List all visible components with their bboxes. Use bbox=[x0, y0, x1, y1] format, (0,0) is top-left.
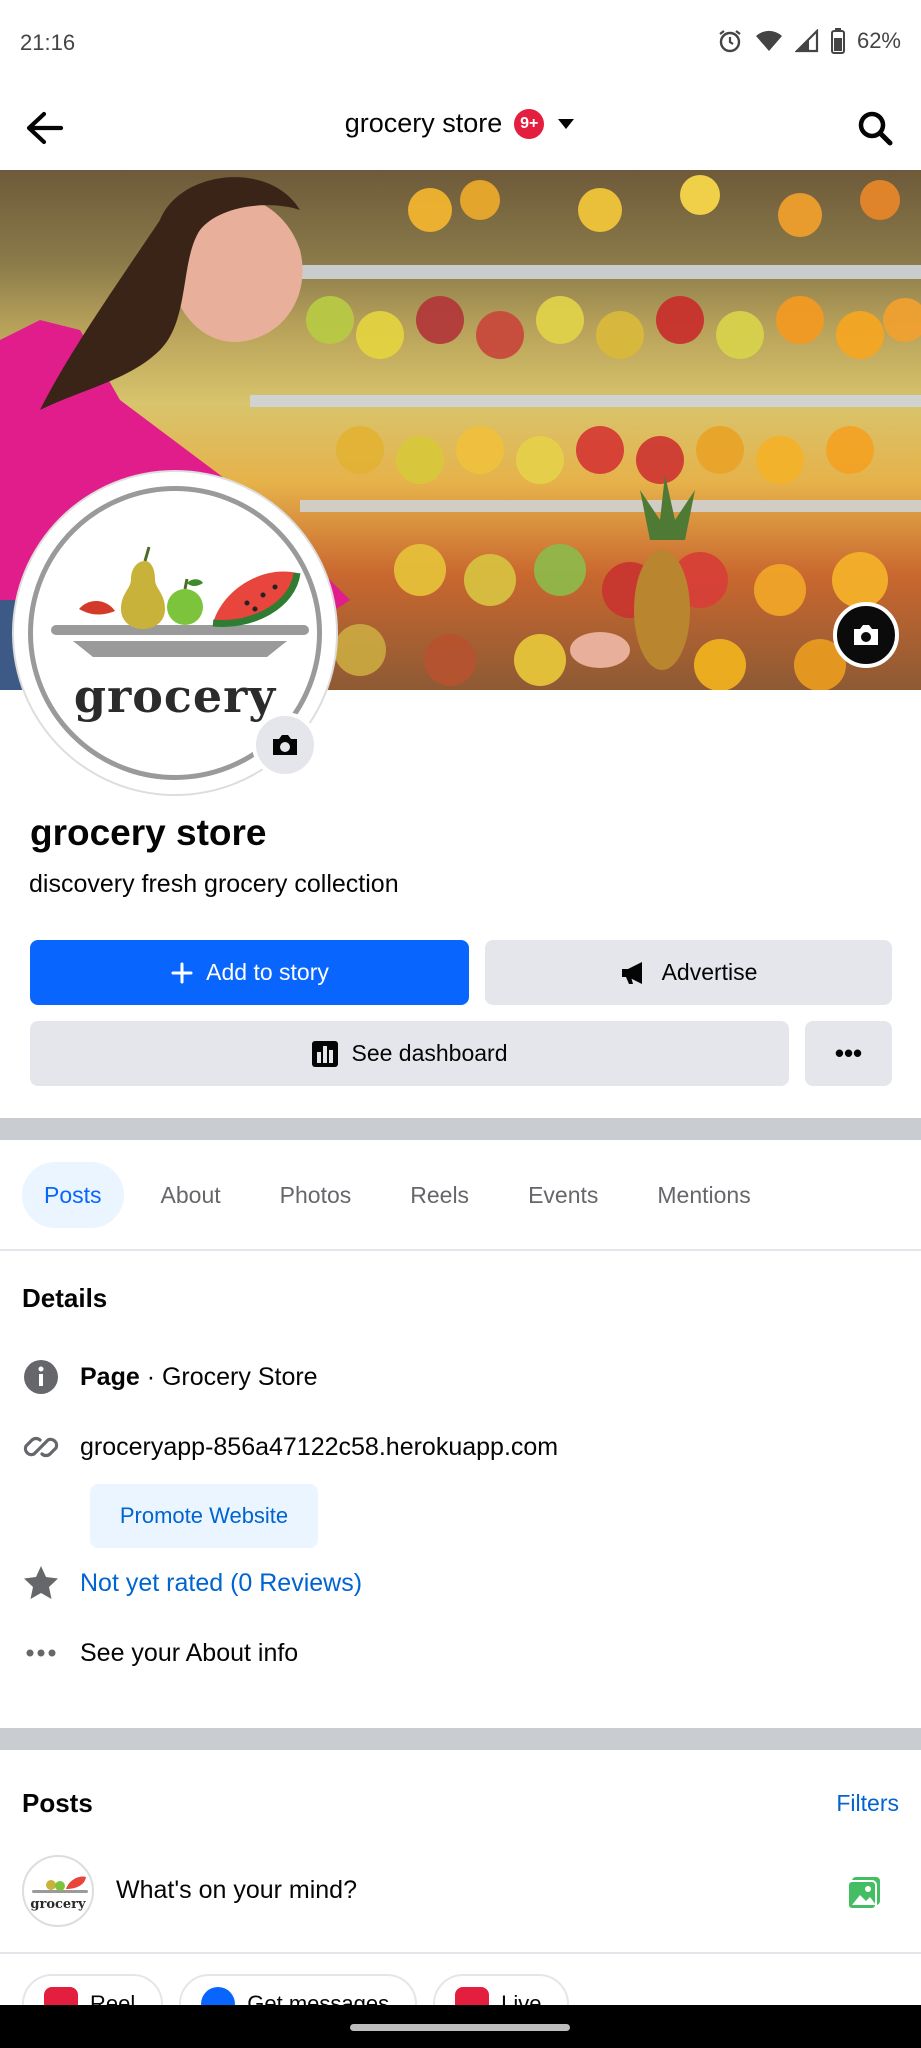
detail-page-category: Page · Grocery Store bbox=[22, 1358, 318, 1396]
detail-rating[interactable]: Not yet rated (0 Reviews) bbox=[22, 1564, 362, 1602]
details-title: Details bbox=[22, 1283, 108, 1313]
link-icon bbox=[22, 1428, 60, 1466]
page-bio: discovery fresh grocery collection bbox=[29, 870, 399, 898]
status-bar: 21:16 62% bbox=[0, 0, 921, 86]
photo-icon[interactable] bbox=[846, 1875, 882, 1911]
add-to-story-button[interactable]: Add to story bbox=[30, 940, 469, 1005]
cover-camera-button[interactable] bbox=[833, 602, 899, 668]
camera-icon bbox=[854, 625, 878, 645]
tab-photos[interactable]: Photos bbox=[258, 1162, 374, 1228]
rating-link: Not yet rated (0 Reviews) bbox=[80, 1568, 363, 1597]
status-time: 21:16 bbox=[20, 30, 76, 55]
page-title: grocery store bbox=[344, 108, 503, 138]
avatar-camera-button[interactable] bbox=[252, 712, 318, 778]
bar-chart-icon bbox=[312, 1040, 339, 1067]
search-icon bbox=[858, 111, 893, 146]
search-button[interactable] bbox=[847, 100, 903, 156]
alarm-icon bbox=[717, 28, 743, 54]
megaphone-icon bbox=[621, 961, 642, 984]
more-dots-icon bbox=[22, 1634, 60, 1672]
page-category: · Grocery Store bbox=[139, 1362, 318, 1391]
posts-title: Posts bbox=[22, 1788, 93, 1818]
battery-percent: 62% bbox=[856, 28, 901, 53]
signal-icon bbox=[794, 29, 819, 53]
home-handle[interactable] bbox=[350, 2024, 570, 2031]
grocery-logo-icon bbox=[32, 1876, 88, 1893]
more-dots-icon: ••• bbox=[834, 1038, 863, 1068]
detail-about-info[interactable]: See your About info bbox=[22, 1634, 298, 1672]
profile-tabs: Posts About Photos Reels Events Mentions bbox=[22, 1162, 788, 1228]
page-switcher[interactable]: grocery store 9+ bbox=[0, 108, 921, 139]
section-divider bbox=[0, 1728, 921, 1750]
info-icon bbox=[22, 1358, 60, 1396]
advertise-label: Advertise bbox=[661, 959, 758, 985]
tab-mentions[interactable]: Mentions bbox=[635, 1162, 772, 1228]
wifi-icon bbox=[755, 29, 783, 53]
tab-reels[interactable]: Reels bbox=[388, 1162, 491, 1228]
system-nav-bar bbox=[0, 2005, 921, 2048]
camera-icon bbox=[273, 735, 297, 755]
notification-badge: 9+ bbox=[514, 108, 545, 139]
advertise-button[interactable]: Advertise bbox=[485, 940, 892, 1005]
chevron-down-icon bbox=[558, 118, 575, 129]
top-bar: grocery store 9+ bbox=[0, 86, 921, 170]
website-url: groceryapp-856a47122c58.herokuapp.com bbox=[80, 1432, 559, 1461]
add-to-story-label: Add to story bbox=[206, 959, 329, 985]
composer-input[interactable]: What's on your mind? bbox=[116, 1876, 357, 1905]
battery-icon bbox=[830, 28, 845, 54]
about-info-text: See your About info bbox=[80, 1638, 299, 1667]
filters-link[interactable]: Filters bbox=[836, 1790, 899, 1817]
tab-events[interactable]: Events bbox=[506, 1162, 620, 1228]
tab-posts[interactable]: Posts bbox=[22, 1162, 124, 1228]
tab-about[interactable]: About bbox=[139, 1162, 243, 1228]
tabs-divider bbox=[0, 1249, 921, 1251]
star-icon bbox=[22, 1564, 60, 1602]
status-icons: 62% bbox=[717, 28, 901, 54]
composer-avatar: grocery bbox=[22, 1855, 94, 1927]
section-divider bbox=[0, 1118, 921, 1140]
promote-website-button[interactable]: Promote Website bbox=[90, 1484, 318, 1548]
plus-icon bbox=[171, 962, 193, 983]
detail-website[interactable]: groceryapp-856a47122c58.herokuapp.com bbox=[22, 1428, 558, 1466]
composer-divider bbox=[0, 1952, 921, 1954]
more-options-button[interactable]: ••• bbox=[805, 1021, 892, 1086]
see-dashboard-label: See dashboard bbox=[351, 1040, 508, 1066]
page-name: grocery store bbox=[30, 812, 267, 853]
composer-avatar-wordmark: grocery bbox=[30, 1897, 86, 1912]
see-dashboard-button[interactable]: See dashboard bbox=[30, 1021, 789, 1086]
page-label: Page bbox=[80, 1362, 140, 1391]
